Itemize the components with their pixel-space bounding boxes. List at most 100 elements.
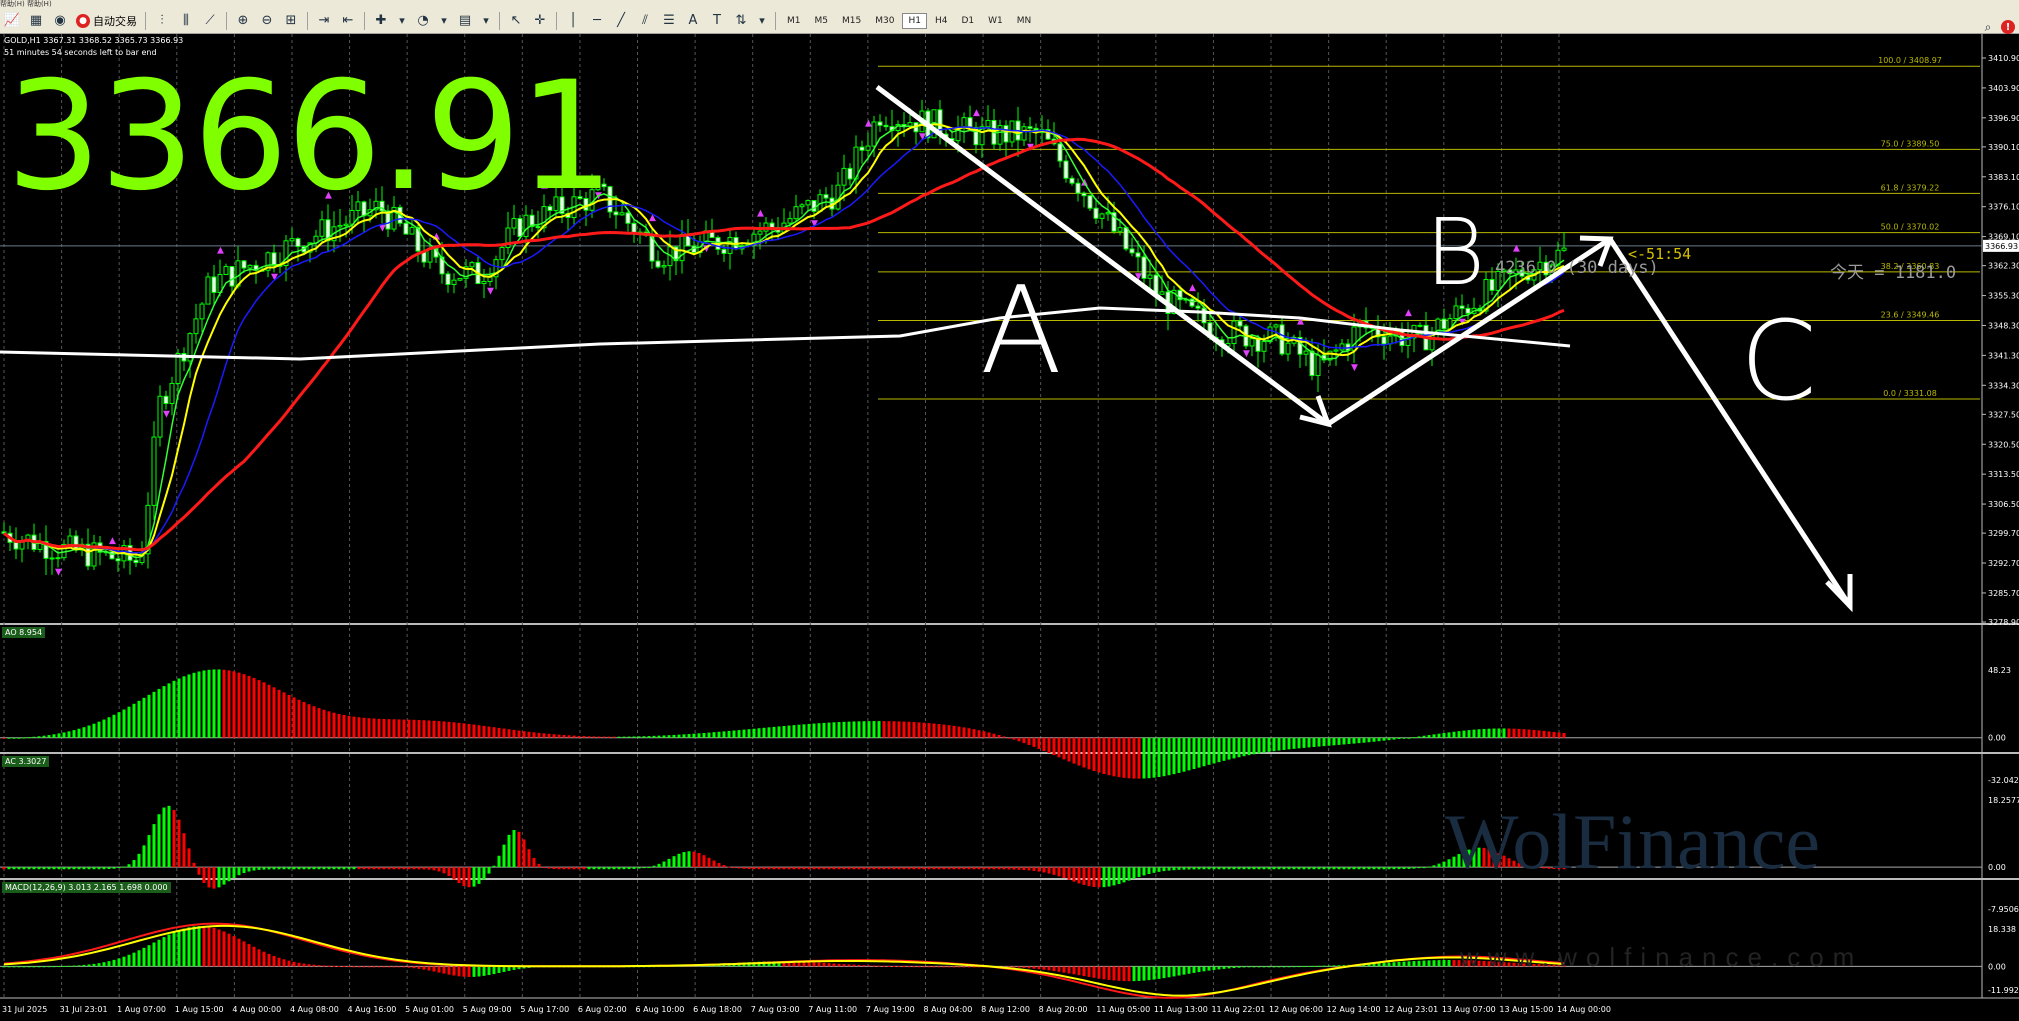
candle-body xyxy=(1273,324,1279,328)
time-tick-label: 8 Aug 04:00 xyxy=(923,1005,972,1014)
vertical-line-icon[interactable]: │ xyxy=(563,11,583,31)
chevron-down-icon[interactable]: ▾ xyxy=(395,11,409,31)
ac-histogram-bar xyxy=(272,867,276,870)
macd-histogram-bar xyxy=(832,963,836,967)
timeframe-w1[interactable]: W1 xyxy=(982,13,1009,29)
fractal-marker: ▼ xyxy=(163,410,170,420)
ac-histogram-bar xyxy=(872,867,876,870)
timeframe-h1[interactable]: H1 xyxy=(902,12,927,29)
market-watch-icon[interactable]: ◉ xyxy=(50,11,70,31)
ao-histogram-bar xyxy=(1457,731,1461,738)
ac-histogram-bar xyxy=(412,867,416,870)
ac-histogram-bar xyxy=(582,867,586,870)
separator xyxy=(775,11,776,30)
price-tick-label: 3403.90 xyxy=(1988,84,2019,93)
ao-histogram-bar xyxy=(152,691,156,738)
candle-chart-icon[interactable]: ⫼ xyxy=(176,11,196,31)
macd-histogram-bar xyxy=(217,929,221,967)
ac-histogram-bar xyxy=(1347,867,1351,870)
crosshair-icon[interactable]: ✛ xyxy=(530,11,550,31)
candle-body xyxy=(157,395,163,438)
ao-histogram-bar xyxy=(1332,737,1336,746)
chevron-down-icon[interactable]: ▾ xyxy=(479,11,493,31)
horizontal-line-icon[interactable]: ─ xyxy=(587,11,607,31)
macd-histogram-bar xyxy=(1452,960,1456,967)
macd-histogram-bar xyxy=(367,966,371,968)
zoom-in-icon[interactable]: ⊕ xyxy=(233,11,253,31)
line-chart-icon[interactable]: ⟋ xyxy=(200,11,220,31)
ao-histogram-bar xyxy=(502,728,506,738)
channel-icon[interactable]: ⫽ xyxy=(635,11,655,31)
macd-histogram-bar xyxy=(322,965,326,967)
ao-histogram-bar xyxy=(752,728,756,738)
arrows-icon[interactable]: ⇅ xyxy=(731,11,751,31)
ac-histogram-bar xyxy=(1302,867,1306,870)
ac-histogram-bar xyxy=(342,867,346,870)
ao-histogram-bar xyxy=(1027,737,1031,745)
fibonacci-icon[interactable]: ☰ xyxy=(659,11,679,31)
ao-histogram-bar xyxy=(712,732,716,738)
timeframe-m15[interactable]: M15 xyxy=(836,13,867,29)
chevron-down-icon[interactable]: ▾ xyxy=(755,11,769,31)
ac-histogram-bar xyxy=(1057,867,1061,877)
candle-body xyxy=(451,279,457,285)
macd-histogram-bar xyxy=(1267,966,1271,968)
auto-scroll-icon[interactable]: ⇥ xyxy=(314,11,334,31)
candle-body xyxy=(271,252,277,266)
candle-body xyxy=(457,277,463,281)
ac-histogram-bar xyxy=(617,867,621,870)
bar-chart-icon[interactable]: ⫶ xyxy=(152,11,172,31)
timeframe-h4[interactable]: H4 xyxy=(929,13,954,29)
ac-histogram-bar xyxy=(947,867,951,870)
ao-histogram-bar xyxy=(1272,737,1276,752)
templates-icon[interactable]: ▤ xyxy=(455,11,475,31)
ac-histogram-bar xyxy=(1137,867,1141,878)
ao-histogram-bar xyxy=(917,722,921,738)
zoom-out-icon[interactable]: ⊖ xyxy=(257,11,277,31)
ac-histogram-bar xyxy=(1157,867,1161,872)
macd-histogram-bar xyxy=(1397,961,1401,967)
time-tick-label: 11 Aug 05:00 xyxy=(1096,1005,1150,1014)
ao-histogram-bar xyxy=(327,711,331,738)
ac-histogram-bar xyxy=(262,867,266,870)
macd-histogram-bar xyxy=(407,966,411,968)
macd-histogram-bar xyxy=(862,965,866,967)
chevron-down-icon[interactable]: ▾ xyxy=(437,11,451,31)
search-icon[interactable]: ⌕ xyxy=(1981,20,1995,34)
auto-trade-button[interactable]: ● 自动交易 xyxy=(76,13,137,29)
chart-shift-icon[interactable]: ⇤ xyxy=(338,11,358,31)
alert-icon[interactable]: ! xyxy=(2001,20,2015,34)
text-label-icon[interactable]: T xyxy=(707,11,727,31)
ac-histogram-bar xyxy=(967,867,971,870)
tile-windows-icon[interactable]: ⊞ xyxy=(281,11,301,31)
trendline-icon[interactable]: ╱ xyxy=(611,11,631,31)
new-chart-icon[interactable]: 📈 xyxy=(2,11,22,31)
macd-histogram-bar xyxy=(1097,966,1101,979)
timeframe-m5[interactable]: M5 xyxy=(809,13,835,29)
timeframe-m1[interactable]: M1 xyxy=(781,13,807,29)
ao-histogram-bar xyxy=(1262,737,1266,753)
macd-histogram-bar xyxy=(152,942,156,967)
ac-histogram-bar xyxy=(682,852,686,868)
ac-histogram-bar xyxy=(1072,867,1076,882)
ac-histogram-bar xyxy=(382,867,386,870)
ac-histogram-bar xyxy=(217,867,221,888)
ao-histogram-bar xyxy=(1507,728,1511,738)
timeframe-m30[interactable]: M30 xyxy=(869,13,900,29)
cursor-icon[interactable]: ↖ xyxy=(506,11,526,31)
price-tick-label: 3390.10 xyxy=(1988,143,2019,152)
timeframe-d1[interactable]: D1 xyxy=(955,13,980,29)
ac-histogram-bar xyxy=(1012,867,1016,870)
macd-label: MACD(12,26,9) 3.013 2.165 1.698 0.000 xyxy=(2,882,171,893)
profiles-icon[interactable]: ▦ xyxy=(26,11,46,31)
indicators-icon[interactable]: ✚ xyxy=(371,11,391,31)
price-tick-label: 3327.50 xyxy=(1988,410,2019,419)
macd-histogram-bar xyxy=(922,966,926,968)
ao-histogram-bar xyxy=(1432,734,1436,738)
text-icon[interactable]: A xyxy=(683,11,703,31)
periods-icon[interactable]: ◔ xyxy=(413,11,433,31)
ac-histogram-bar xyxy=(1047,867,1051,874)
macd-histogram-bar xyxy=(257,949,261,967)
timeframe-mn[interactable]: MN xyxy=(1011,13,1038,29)
ac-histogram-bar xyxy=(1227,867,1231,870)
